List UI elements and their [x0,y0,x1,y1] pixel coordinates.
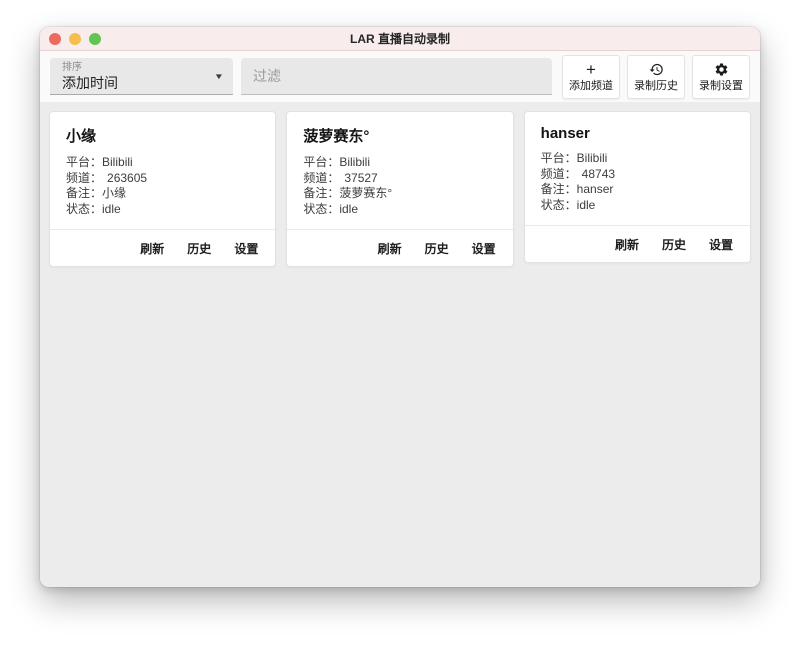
chevron-down-icon: ▼ [214,72,224,81]
status-field: 状态： idle [541,198,734,214]
app-window: LAR 直播自动录制 排序 添加时间 ▼ + 添加频道 录制历史 [40,27,760,587]
titlebar[interactable]: LAR 直播自动录制 [40,27,760,51]
status-label: 状态： [66,202,102,218]
toolbar-buttons: + 添加频道 录制历史 录制设置 [562,55,750,99]
channel-id-field: 频道： 37527 [303,171,496,187]
add-channel-label: 添加频道 [569,80,613,92]
status-label: 状态： [303,202,339,218]
status-value: idle [577,198,596,214]
recording-history-label: 录制历史 [634,80,678,92]
channel-id-label: 频道： [66,171,102,187]
history-button[interactable]: 历史 [661,236,687,253]
status-value: idle [339,202,358,218]
note-label: 备注： [541,182,577,198]
toolbar: 排序 添加时间 ▼ + 添加频道 录制历史 录制设 [40,51,760,102]
platform-label: 平台： [66,155,102,171]
channel-id-field: 频道： 48743 [541,167,734,183]
note-label: 备注： [303,186,339,202]
settings-button[interactable]: 设置 [708,236,734,253]
sort-select-label: 排序 [62,63,215,73]
recording-settings-button[interactable]: 录制设置 [692,55,750,99]
zoom-button[interactable] [89,33,101,45]
window-title: LAR 直播自动录制 [350,30,450,47]
channel-id-value: 37527 [339,171,377,187]
refresh-button[interactable]: 刷新 [139,240,165,257]
platform-field: 平台： Bilibili [66,155,259,171]
channel-card-list: 小缘 平台： Bilibili 频道： 263605 备注： 小缘 状态： id… [49,111,751,267]
history-button[interactable]: 历史 [424,240,450,257]
platform-value: Bilibili [577,151,608,167]
status-field: 状态： idle [66,202,259,218]
channel-id-label: 频道： [541,167,577,183]
main-area: 小缘 平台： Bilibili 频道： 263605 备注： 小缘 状态： id… [40,102,760,587]
traffic-lights [49,27,101,50]
platform-label: 平台： [303,155,339,171]
channel-id-value: 48743 [577,167,615,183]
card-actions: 刷新 历史 设置 [66,230,259,266]
history-icon [649,62,664,78]
platform-value: Bilibili [339,155,370,171]
platform-field: 平台： Bilibili [541,151,734,167]
note-value: 菠萝赛东° [339,186,392,202]
channel-id-value: 263605 [102,171,147,187]
channel-name: 菠萝赛东° [303,125,496,146]
platform-label: 平台： [541,151,577,167]
card-actions: 刷新 历史 设置 [541,226,734,262]
sort-select[interactable]: 排序 添加时间 ▼ [50,58,233,95]
filter-input[interactable] [241,58,552,94]
filter-field [241,58,552,95]
settings-button[interactable]: 设置 [233,240,259,257]
platform-field: 平台： Bilibili [303,155,496,171]
plus-icon: + [586,62,596,78]
status-value: idle [102,202,121,218]
channel-card: 菠萝赛东° 平台： Bilibili 频道： 37527 备注： 菠萝赛东° 状… [286,111,513,267]
status-label: 状态： [541,198,577,214]
sort-select-value: 添加时间 [62,76,215,90]
note-value: hanser [577,182,614,198]
channel-id-label: 频道： [303,171,339,187]
add-channel-button[interactable]: + 添加频道 [562,55,620,99]
sort-select-texts: 排序 添加时间 [62,63,215,90]
settings-button[interactable]: 设置 [471,240,497,257]
platform-value: Bilibili [102,155,133,171]
refresh-button[interactable]: 刷新 [377,240,403,257]
channel-name: hanser [541,125,734,142]
note-label: 备注： [66,186,102,202]
note-value: 小缘 [102,186,126,202]
minimize-button[interactable] [69,33,81,45]
channel-id-field: 频道： 263605 [66,171,259,187]
card-actions: 刷新 历史 设置 [303,230,496,266]
status-field: 状态： idle [303,202,496,218]
note-field: 备注： 菠萝赛东° [303,186,496,202]
note-field: 备注： 小缘 [66,186,259,202]
gear-icon [714,62,729,78]
note-field: 备注： hanser [541,182,734,198]
history-button[interactable]: 历史 [186,240,212,257]
close-button[interactable] [49,33,61,45]
channel-card: 小缘 平台： Bilibili 频道： 263605 备注： 小缘 状态： id… [49,111,276,267]
channel-card: hanser 平台： Bilibili 频道： 48743 备注： hanser… [524,111,751,263]
channel-name: 小缘 [66,125,259,146]
refresh-button[interactable]: 刷新 [614,236,640,253]
recording-settings-label: 录制设置 [699,80,743,92]
recording-history-button[interactable]: 录制历史 [627,55,685,99]
